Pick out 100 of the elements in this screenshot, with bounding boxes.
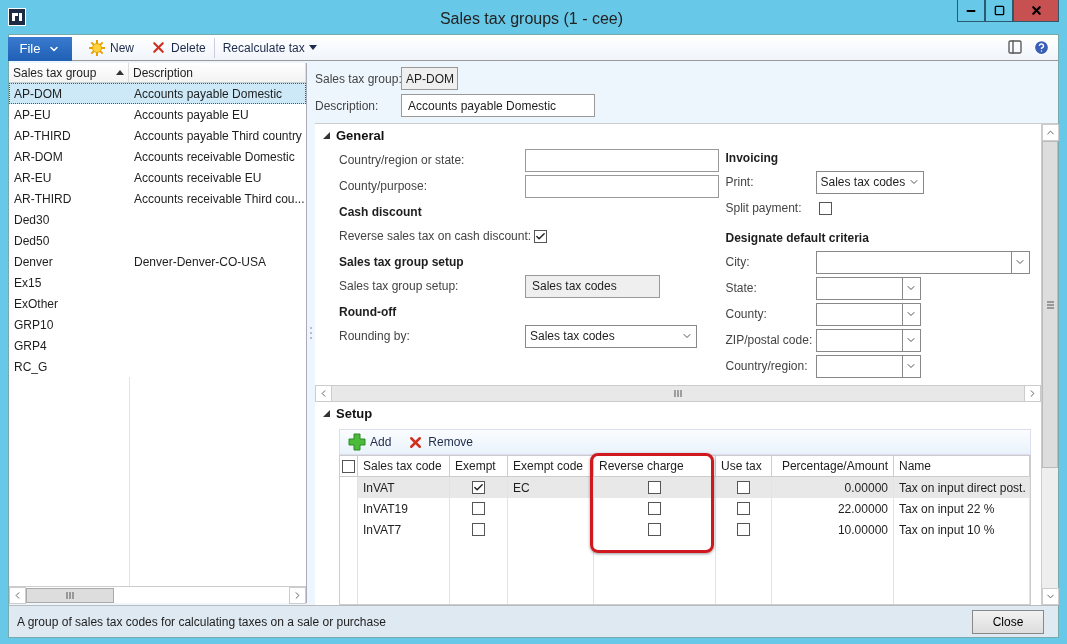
column-header[interactable]: Name	[894, 456, 1030, 477]
group-cell-text: ExOther	[13, 296, 59, 311]
close-button[interactable]: Close	[972, 609, 1044, 634]
list-row[interactable]: AP-THIRD Accounts payable Third country	[9, 125, 306, 146]
add-button[interactable]: Add	[340, 430, 400, 454]
help-icon[interactable]	[1033, 39, 1050, 56]
group-cell-text: AP-THIRD	[13, 128, 72, 143]
checkbox[interactable]	[648, 523, 661, 536]
field-label: Reverse sales tax on cash discount:	[339, 229, 532, 243]
field-label: County:	[725, 307, 768, 321]
checkbox[interactable]	[648, 481, 661, 494]
group-cell-text: AR-EU	[13, 170, 53, 185]
new-button[interactable]: New	[80, 35, 142, 60]
panel-icon[interactable]	[1007, 39, 1023, 55]
checkbox[interactable]	[737, 523, 750, 536]
expanded-icon	[323, 132, 330, 139]
field-label: State:	[725, 281, 758, 295]
description-cell-text: Accounts receivable Third cou...	[133, 191, 305, 206]
name-cell: Tax on input direct post.	[894, 477, 1030, 498]
file-menu-button[interactable]: File	[8, 36, 72, 61]
group-heading: Invoicing	[725, 150, 780, 167]
checkbox[interactable]	[818, 201, 832, 215]
group-cell-text: Ded30	[13, 212, 51, 227]
description-cell-text: Accounts payable EU	[133, 107, 250, 122]
column-header[interactable]: Sales tax group	[9, 63, 129, 82]
group-cell-text: Ded50	[13, 233, 51, 248]
section-header[interactable]: Setup	[315, 402, 1041, 425]
select-all-checkbox[interactable]	[342, 459, 355, 473]
list-row[interactable]: Ded30	[9, 209, 306, 230]
status-text: A group of sales tax codes for calculating taxes on a sale or purchase	[17, 614, 386, 629]
column-header[interactable]: Exempt code	[508, 456, 594, 477]
group-heading: Sales tax group setup	[339, 254, 465, 271]
group-heading: Round-off	[339, 304, 398, 321]
description-cell-text: Accounts receivable EU	[133, 170, 263, 185]
input-field[interactable]	[525, 148, 719, 172]
group-cell-text: AR-THIRD	[13, 191, 73, 206]
checkbox[interactable]	[648, 502, 661, 515]
lookup-field[interactable]	[815, 250, 1030, 274]
column-header[interactable]: Reverse charge	[594, 456, 716, 477]
description-cell-text: Denver-Denver-CO-USA	[133, 254, 268, 269]
grip-icon	[66, 591, 74, 599]
dropdown[interactable]: Sales tax codes	[815, 170, 924, 194]
delete-icon	[150, 39, 167, 56]
list-row[interactable]: Denver Denver-Denver-CO-USA	[9, 251, 306, 272]
list-row[interactable]: AP-DOM Accounts payable Domestic	[9, 83, 306, 104]
column-header[interactable]: Exempt	[450, 456, 508, 477]
expanded-icon	[323, 410, 330, 417]
group-cell-text: Ex15	[13, 275, 43, 290]
column-header[interactable]: Description	[129, 63, 306, 82]
description-cell-text: Accounts payable Third country	[133, 128, 303, 143]
field-label: Sales tax group setup:	[339, 279, 460, 293]
section-header[interactable]: General	[315, 124, 1041, 147]
group-cell-text: RC_G	[13, 359, 49, 374]
lookup-field[interactable]	[815, 302, 921, 326]
checkbox[interactable]	[737, 502, 750, 515]
checkbox[interactable]	[737, 481, 750, 494]
checkbox[interactable]	[534, 229, 548, 243]
list-row[interactable]: RC_G	[9, 356, 306, 377]
caret-icon	[308, 45, 317, 50]
input-field[interactable]	[525, 174, 719, 198]
check-icon	[535, 230, 547, 242]
checkbox[interactable]	[472, 523, 485, 536]
column-header[interactable]: Sales tax code	[358, 456, 450, 477]
field-label: Split payment:	[725, 201, 803, 215]
horizontal-scrollbar[interactable]	[9, 586, 306, 603]
plus-icon	[348, 433, 366, 451]
menu-button[interactable]: Recalculate tax	[214, 35, 325, 60]
list-row[interactable]: AR-THIRD Accounts receivable Third cou...	[9, 188, 306, 209]
close-window-button[interactable]	[1013, 0, 1059, 22]
group-heading: Designate default criteria	[725, 230, 870, 247]
list-row[interactable]: Ex15	[9, 272, 306, 293]
list-row[interactable]: AP-EU Accounts payable EU	[9, 104, 306, 125]
input-field[interactable]: Accounts payable Domestic	[401, 94, 595, 117]
list-row[interactable]: AR-EU Accounts receivable EU	[9, 167, 306, 188]
remove-button[interactable]: Remove	[399, 430, 482, 454]
list-row[interactable]: AR-DOM Accounts receivable Domestic	[9, 146, 306, 167]
column-header[interactable]: Use tax	[716, 456, 772, 477]
maximize-button[interactable]	[985, 0, 1013, 22]
horizontal-scrollbar[interactable]	[315, 385, 1041, 402]
group-cell-text: Denver	[13, 254, 54, 269]
list-row[interactable]: ExOther	[9, 293, 306, 314]
lookup-field[interactable]	[815, 354, 921, 378]
description-cell-text: Accounts payable Domestic	[133, 86, 284, 101]
list-row[interactable]: GRP4	[9, 335, 306, 356]
lookup-field[interactable]	[815, 328, 921, 352]
lookup-field[interactable]	[815, 276, 921, 300]
dropdown[interactable]: Sales tax codes	[525, 324, 697, 348]
vertical-scrollbar[interactable]	[1041, 124, 1058, 605]
minimize-button[interactable]	[957, 0, 985, 22]
list-row[interactable]: Ded50	[9, 230, 306, 251]
checkbox[interactable]	[472, 481, 485, 494]
checkbox[interactable]	[472, 502, 485, 515]
maximize-icon	[993, 5, 1005, 16]
column-header[interactable]: Percentage/Amount	[772, 456, 894, 477]
description-cell-text: Accounts receivable Domestic	[133, 149, 296, 164]
list-row[interactable]: GRP10	[9, 314, 306, 335]
field-label: Rounding by:	[339, 329, 411, 343]
delete-button[interactable]: Delete	[142, 35, 214, 60]
close-icon	[1029, 4, 1043, 17]
field-label: Description:	[315, 98, 380, 113]
